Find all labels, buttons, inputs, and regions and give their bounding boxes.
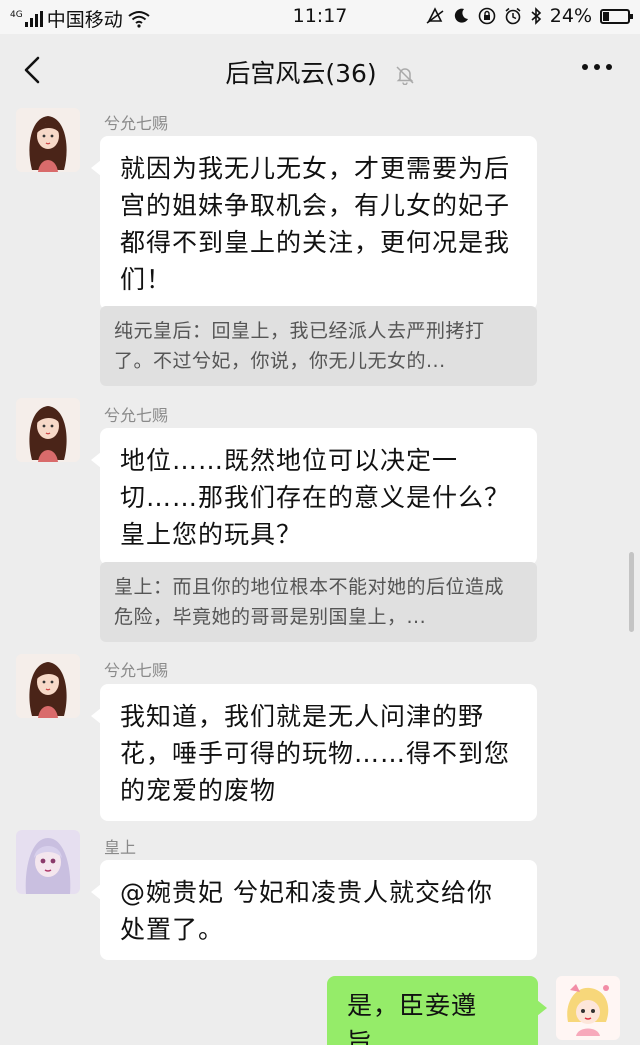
message-bubble[interactable]: 就因为我无儿无女，才更需要为后宫的姐妹争取机会，有儿女的妃子都得不到皇上的关注，… [91,136,537,310]
avatar-self[interactable] [556,976,620,1040]
girl-avatar-icon [16,108,80,172]
status-right: 24% [426,5,633,27]
vibrate-icon [426,7,444,24]
scrollbar[interactable] [629,552,634,632]
quoted-message[interactable]: 纯元皇后：回皇上，我已经派人去严刑拷打了。不过兮妃，你说，你无儿无女的... [100,306,537,386]
battery-fill [603,11,609,21]
chat-title-wrap: 后宫风云(36) [0,54,640,90]
message-bubble[interactable]: 地位……既然地位可以决定一切……那我们存在的意义是什么？皇上您的玩具？ [91,428,537,565]
sender-name: 兮允七赐 [104,114,169,133]
message-bubble[interactable]: 我知道，我们就是无人问津的野花，唾手可得的玩物……得不到您的宠爱的废物 [91,684,537,821]
chat-title: 后宫风云(36) [225,59,377,88]
sender-name: 兮允七赐 [104,406,169,425]
quoted-message[interactable]: 皇上：而且你的地位根本不能对她的后位造成危险，毕竟她的哥哥是别国皇上，... [100,562,537,642]
chat-header: 后宫风云(36) [0,34,640,104]
rotation-lock-icon [478,7,496,25]
girl-avatar-icon [16,398,80,462]
more-dots-icon[interactable] [582,64,612,70]
bell-muted-icon [396,66,414,85]
moon-icon [454,8,468,23]
message-bubble[interactable]: @婉贵妃 兮妃和凌贵人就交给你处置了。 [91,860,537,960]
sender-name: 皇上 [104,838,137,857]
avatar[interactable] [16,108,80,172]
alarm-icon [505,7,521,25]
message-bubble-self[interactable]: 是，臣妾遵旨。 [327,976,547,1045]
avatar[interactable] [16,398,80,462]
sender-name: 兮允七赐 [104,661,169,680]
bluetooth-icon [531,7,541,25]
battery-icon [600,8,633,24]
avatar[interactable] [16,830,80,894]
status-bar: 4G 中国移动 11:17 24% [0,0,640,34]
battery-percent: 24% [549,5,592,27]
emperor-avatar-icon [16,830,80,894]
cartoon-avatar-icon [556,976,620,1040]
girl-avatar-icon [16,654,80,718]
avatar[interactable] [16,654,80,718]
